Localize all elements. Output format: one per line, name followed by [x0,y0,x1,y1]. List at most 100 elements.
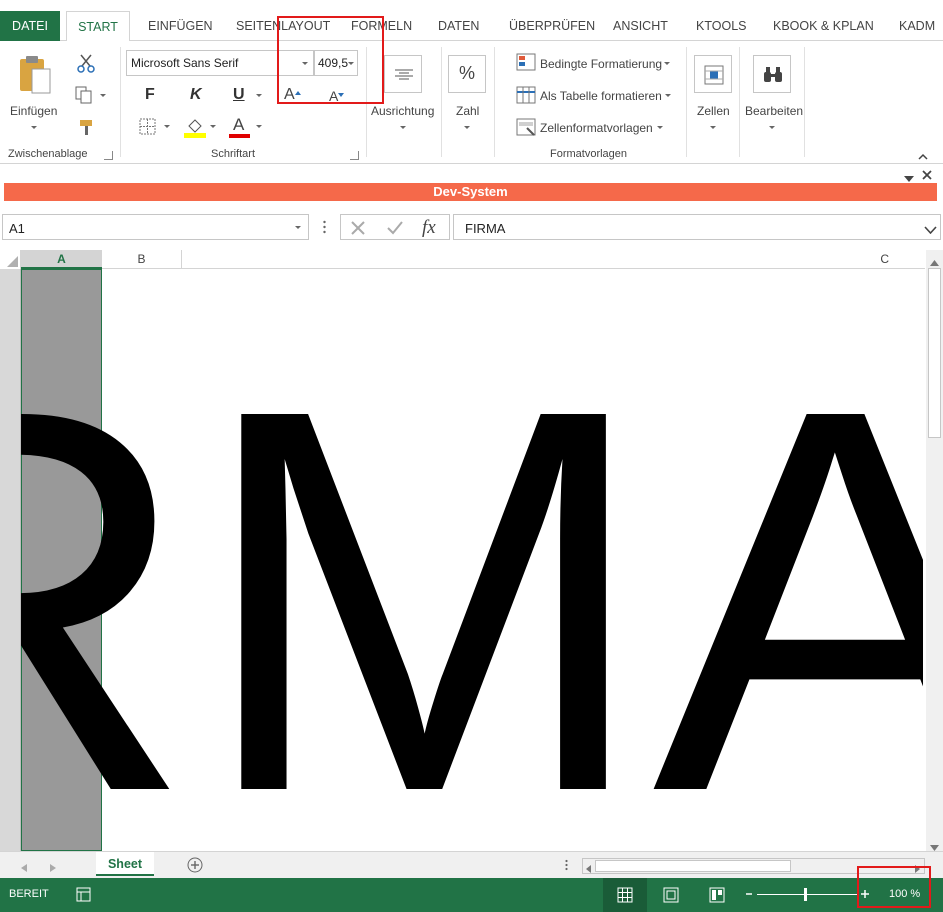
cancel-icon[interactable] [350,220,366,239]
collapse-ribbon-icon[interactable] [918,149,928,163]
cell-styles-dropdown-icon[interactable] [657,126,663,129]
column-header-a[interactable]: A [21,250,102,269]
tab-start[interactable]: START [66,11,130,42]
more-options-icon[interactable] [565,859,568,874]
conditional-formatting-button[interactable]: Bedingte Formatierung [540,57,662,71]
alignment-button[interactable] [384,55,422,93]
tab-insert[interactable]: EINFÜGEN [148,11,213,41]
scroll-up-icon[interactable] [930,255,939,269]
tab-ktools[interactable]: KTOOLS [696,11,746,41]
format-as-table-dropdown-icon[interactable] [665,94,671,97]
formula-input[interactable]: FIRMA [453,214,941,240]
vertical-scrollbar[interactable] [926,250,943,851]
cells-icon [704,65,724,85]
vertical-scroll-thumb[interactable] [928,268,941,438]
tab-review[interactable]: ÜBERPRÜFEN [509,11,595,41]
copy-dropdown-icon[interactable] [100,94,106,97]
conditional-formatting-icon[interactable] [516,53,536,74]
format-as-table-icon[interactable] [516,86,536,107]
underline-button[interactable]: U [233,86,245,104]
border-icon[interactable] [139,118,157,139]
group-separator [686,47,687,157]
chevron-down-icon[interactable] [295,226,301,229]
formula-bar: A1 fx FIRMA [0,207,943,247]
zoom-slider-track[interactable] [757,894,857,895]
format-as-table-button[interactable]: Als Tabelle formatieren [540,89,662,103]
bold-button[interactable]: F [145,86,155,104]
row-header-bar[interactable] [0,269,21,851]
column-header-b[interactable]: B [102,250,182,269]
insert-function-icon[interactable]: fx [422,217,436,239]
cells-dropdown-icon[interactable] [710,126,716,129]
percent-icon: % [459,63,476,83]
font-color-button[interactable]: A [233,115,244,135]
enter-check-icon[interactable] [386,220,404,239]
border-dropdown-icon[interactable] [164,125,170,128]
tab-file[interactable]: DATEI [0,11,60,41]
group-separator [441,47,442,157]
close-icon[interactable] [922,169,932,183]
add-sheet-icon[interactable] [187,857,203,876]
editing-button[interactable] [753,55,791,93]
highlight-box-zoom [857,866,931,908]
scroll-left-icon[interactable] [586,862,591,876]
column-header-bar: A B C [0,250,925,269]
tab-view[interactable]: ANSICHT [613,11,668,41]
zoom-out-icon[interactable] [745,887,753,904]
cut-icon[interactable] [77,53,95,76]
font-color-dropdown-icon[interactable] [256,125,262,128]
prev-sheet-icon[interactable] [21,861,27,875]
name-box-value: A1 [9,221,25,236]
number-format-button[interactable]: % [448,55,486,93]
editing-dropdown-icon[interactable] [769,126,775,129]
status-bar: BEREIT 100 % [0,878,943,912]
number-dropdown-icon[interactable] [464,126,470,129]
dev-system-bar: Dev-System [4,183,937,201]
alignment-label[interactable]: Ausrichtung [371,104,434,118]
ribbon-tab-bar: DATEI START EINFÜGEN SEITENLAYOUT FORMEL… [0,0,943,42]
horizontal-scroll-thumb[interactable] [595,860,791,872]
select-all-corner[interactable] [0,250,21,269]
cells-button[interactable] [694,55,732,93]
normal-view-button[interactable] [603,878,647,912]
page-layout-view-icon[interactable] [663,887,679,906]
cell-a1-text: RMA [21,297,923,852]
expand-formula-bar-icon[interactable] [924,223,937,237]
page-break-view-icon[interactable] [709,887,725,906]
tab-data[interactable]: DATEN [438,11,479,41]
clipboard-dialog-launcher-icon[interactable] [104,151,113,160]
conditional-formatting-dropdown-icon[interactable] [664,62,670,65]
underline-dropdown-icon[interactable] [256,94,262,97]
clipboard-group-label: Zwischenablage [8,148,88,160]
paste-dropdown-icon[interactable] [31,126,37,129]
cell-styles-button[interactable]: Zellenformatvorlagen [540,121,653,135]
zoom-slider-thumb[interactable] [804,888,807,901]
cell-area[interactable]: RMA [21,269,923,851]
sheet-tab-sheet[interactable]: Sheet [96,852,154,876]
paste-button-label[interactable]: Einfügen [10,104,57,118]
next-sheet-icon[interactable] [50,861,56,875]
macro-record-icon[interactable] [76,887,91,905]
column-header-c[interactable]: C [182,250,925,269]
highlight-box-font-size [277,16,384,104]
fill-color-icon[interactable] [184,116,206,141]
tab-kbook-kplan[interactable]: KBOOK & KPLAN [773,11,874,41]
format-painter-icon[interactable] [78,118,96,139]
alignment-dropdown-icon[interactable] [400,126,406,129]
italic-button[interactable]: K [190,86,202,104]
sheet-tab-bar: Sheet [0,851,943,878]
grid-view-icon [617,887,633,903]
paste-icon[interactable] [18,55,54,98]
more-options-icon[interactable] [323,220,326,237]
tab-kadm[interactable]: KADM [899,11,935,41]
font-color-swatch [229,134,250,138]
formula-buttons: fx [340,214,450,240]
number-label[interactable]: Zahl [456,104,479,118]
font-dialog-launcher-icon[interactable] [350,151,359,160]
editing-label[interactable]: Bearbeiten [745,104,803,118]
name-box[interactable]: A1 [2,214,309,240]
cells-label[interactable]: Zellen [697,104,730,118]
cell-styles-icon[interactable] [516,118,536,139]
copy-icon[interactable] [75,86,95,107]
fill-color-dropdown-icon[interactable] [210,125,216,128]
